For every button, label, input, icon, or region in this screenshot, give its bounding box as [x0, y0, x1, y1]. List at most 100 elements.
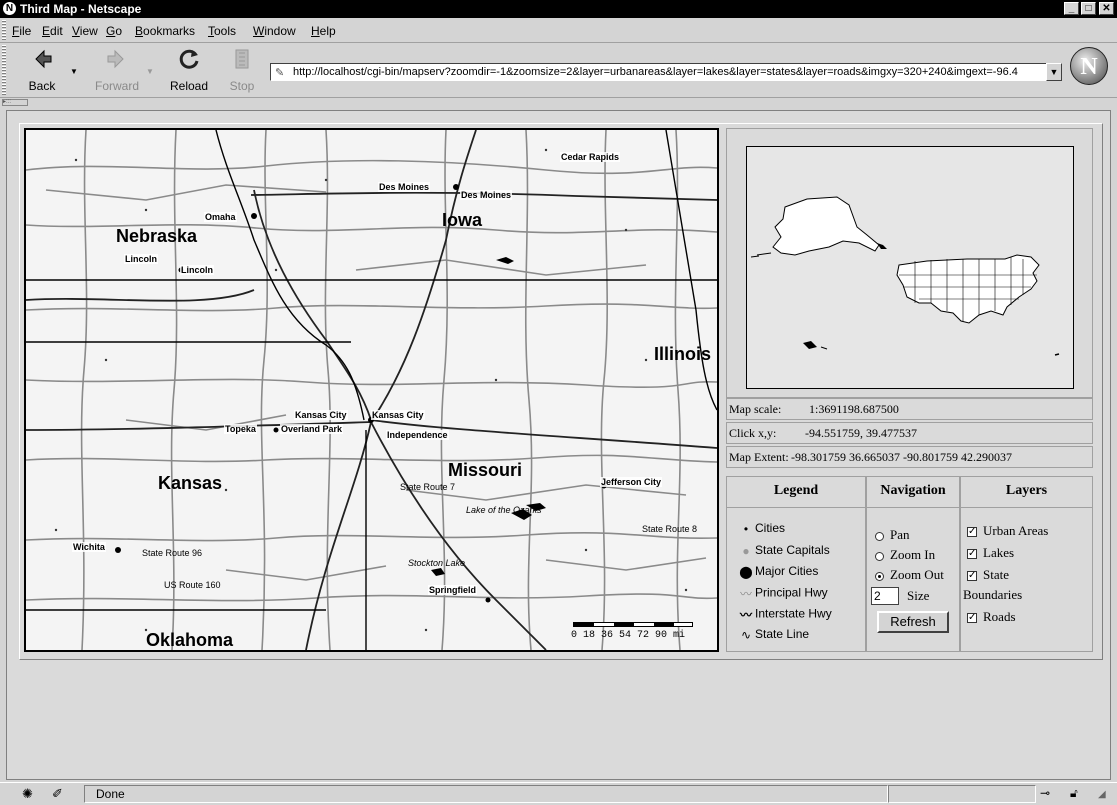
city-label-lincoln-2: Lincoln — [180, 265, 214, 275]
menu-window[interactable]: Window — [253, 24, 296, 38]
toolbar-collapse-bar: ▸::: — [0, 98, 1117, 108]
title-bar: N Third Map - Netscape _ □ ✕ — [0, 0, 1117, 18]
refresh-button[interactable]: Refresh — [877, 611, 949, 633]
layer-roads[interactable]: ✓ Roads — [967, 609, 1016, 625]
city-label-overland-park: Overland Park — [280, 424, 344, 434]
url-dropdown-button[interactable]: ▼ — [1046, 63, 1062, 81]
city-label-wichita: Wichita — [72, 542, 106, 552]
menubar-grip[interactable] — [2, 20, 6, 40]
layers-title: Layers — [961, 477, 1092, 508]
city-label-cedar-rapids: Cedar Rapids — [560, 152, 621, 162]
online-status-icon[interactable]: ⊸ — [1040, 786, 1050, 800]
map-extent-value: -98.301759 36.665037 -90.801759 42.29003… — [791, 450, 1012, 464]
map-scale-label: Map scale: — [729, 402, 782, 416]
cities-symbol-icon: • — [743, 521, 749, 536]
zoom-out-radio[interactable] — [875, 571, 884, 581]
legend-item-principal-hwy: 〰 Principal Hwy — [737, 585, 828, 602]
navigation-title: Navigation — [867, 477, 959, 508]
layer-state-boundaries[interactable]: ✓ State — [967, 567, 1009, 583]
legend-item-state-line: ∿ State Line — [737, 627, 809, 642]
menu-go[interactable]: Go — [106, 24, 122, 38]
nav-option-zoom-in[interactable]: Zoom In — [875, 547, 935, 563]
collapse-grip-icon[interactable]: ▸::: — [2, 99, 28, 106]
url-input[interactable]: ✎ http://localhost/cgi-bin/mapserv?zoomd… — [270, 63, 1047, 81]
back-arrow-icon — [35, 49, 52, 69]
route-label-us160: US Route 160 — [164, 580, 221, 590]
layer-urban-areas[interactable]: ✓ Urban Areas — [967, 523, 1048, 539]
status-text: Done — [96, 787, 125, 801]
toolbar-grip[interactable] — [2, 45, 6, 95]
route-label-8: State Route 8 — [642, 524, 698, 534]
netscape-logo[interactable]: N — [1070, 47, 1108, 85]
reload-button[interactable]: Reload — [164, 47, 214, 95]
security-icon[interactable]: ✺ — [22, 786, 33, 802]
click-xy-label: Click x,y: — [729, 426, 777, 440]
city-label-springfield: Springfield — [428, 585, 477, 595]
scalebar-graphic — [573, 622, 693, 627]
reference-map-image[interactable] — [746, 146, 1074, 389]
netscape-app-icon[interactable]: N — [3, 2, 16, 15]
click-xy-row: Click x,y: -94.551759, 39.477537 — [726, 422, 1093, 444]
menu-bar: File Edit View Go Bookmarks Tools Window… — [0, 18, 1117, 43]
forward-button[interactable]: Forward — [92, 47, 142, 95]
map-extent-row: Map Extent: -98.301759 36.665037 -90.801… — [726, 446, 1093, 468]
menu-view[interactable]: View — [72, 24, 98, 38]
menu-file[interactable]: File — [12, 24, 31, 38]
urban-areas-checkbox[interactable]: ✓ — [967, 527, 977, 538]
state-boundaries-checkbox[interactable]: ✓ — [967, 571, 977, 582]
maximize-button[interactable]: □ — [1081, 2, 1096, 15]
page-icon: ✎ — [275, 67, 285, 79]
nav-option-pan[interactable]: Pan — [875, 527, 910, 543]
close-button[interactable]: ✕ — [1099, 2, 1114, 15]
forward-dropdown-icon[interactable]: ▼ — [146, 67, 154, 76]
legend-item-interstate-hwy: 〰 Interstate Hwy — [737, 606, 832, 623]
back-dropdown-icon[interactable]: ▼ — [70, 67, 78, 76]
window-title: Third Map - Netscape — [20, 2, 142, 16]
map-scale-row: Map scale: 1:3691198.687500 — [726, 398, 1093, 420]
map-roads-layer — [26, 130, 717, 650]
lock-icon[interactable]: 🔓︎ — [1070, 786, 1078, 801]
forward-arrow-icon — [107, 49, 124, 69]
zoom-in-radio[interactable] — [875, 551, 884, 561]
back-button[interactable]: Back — [20, 47, 64, 95]
state-label-illinois: Illinois — [654, 344, 712, 364]
stop-button[interactable]: Stop — [220, 47, 264, 95]
pan-radio[interactable] — [875, 531, 884, 541]
menu-bookmarks[interactable]: Bookmarks — [135, 24, 195, 38]
state-label-kansas: Kansas — [158, 473, 223, 493]
city-label-jefferson-city: Jefferson City — [600, 477, 663, 487]
navigation-toolbar: Back ▼ Forward ▼ Reload Stop ✎ http://lo… — [0, 43, 1117, 98]
lakes-checkbox[interactable]: ✓ — [967, 549, 977, 560]
navigation-panel: Navigation Pan Zoom In Zoom Out 2 Size R… — [866, 476, 960, 652]
roads-checkbox[interactable]: ✓ — [967, 613, 977, 624]
menu-tools[interactable]: Tools — [208, 24, 236, 38]
minimize-button[interactable]: _ — [1064, 2, 1079, 15]
city-label-kansas-city-2: Kansas City — [371, 410, 425, 420]
status-progress-cell — [888, 785, 1036, 803]
legend-title: Legend — [727, 477, 865, 508]
state-line-symbol-icon: ∿ — [740, 627, 752, 642]
menu-edit[interactable]: Edit — [42, 24, 63, 38]
menu-help[interactable]: Help — [311, 24, 336, 38]
stop-icon — [235, 49, 249, 69]
city-label-omaha: Omaha — [204, 212, 237, 222]
mapserver-table: Nebraska Iowa Illinois Kansas Missouri O… — [19, 123, 1103, 660]
main-map-image[interactable]: Nebraska Iowa Illinois Kansas Missouri O… — [24, 128, 719, 652]
legend-item-cities: • Cities — [737, 521, 785, 536]
resize-grip-icon[interactable]: ◢ — [1098, 789, 1106, 800]
legend-item-state-capitals: ● State Capitals — [737, 543, 829, 558]
zoom-size-input[interactable]: 2 — [871, 587, 899, 605]
connection-icon[interactable]: ✐ — [52, 786, 63, 802]
city-label-topeka: Topeka — [224, 424, 257, 434]
map-extent-label: Map Extent: — [729, 450, 789, 464]
layer-lakes[interactable]: ✓ Lakes — [967, 545, 1014, 561]
status-text-cell — [84, 785, 888, 803]
major-city-symbol-icon: ⬤ — [739, 564, 753, 579]
legend-panel: Legend • Cities ● State Capitals ⬤ Major Ci… — [726, 476, 866, 652]
page-content: Nebraska Iowa Illinois Kansas Missouri O… — [6, 110, 1111, 780]
city-label-kansas-city: Kansas City — [294, 410, 348, 420]
nav-option-zoom-out[interactable]: Zoom Out — [875, 567, 944, 583]
state-boundaries-label-continued: Boundaries — [963, 587, 1023, 602]
map-scale-value: 1:3691198.687500 — [809, 402, 899, 416]
city-label-des-moines: Des Moines — [378, 182, 431, 192]
